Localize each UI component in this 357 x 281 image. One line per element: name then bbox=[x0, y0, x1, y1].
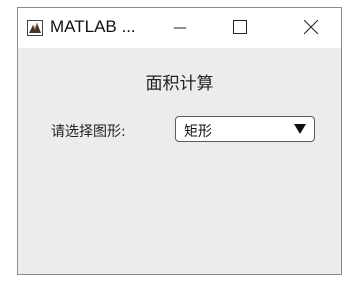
minimize-icon bbox=[174, 19, 186, 38]
close-button[interactable] bbox=[288, 8, 334, 48]
page-title: 面积计算 bbox=[145, 74, 214, 94]
shape-dropdown[interactable]: 矩形 bbox=[175, 116, 315, 142]
app-window: MATLAB ... 面积计算 请选择图形: 矩形 bbox=[17, 7, 342, 275]
title-bar[interactable]: MATLAB ... bbox=[18, 8, 341, 48]
maximize-button[interactable] bbox=[217, 8, 263, 48]
minimize-button[interactable] bbox=[157, 8, 203, 48]
shape-dropdown-value: 矩形 bbox=[184, 124, 212, 140]
matlab-figure-icon bbox=[27, 20, 43, 36]
close-icon bbox=[303, 19, 319, 38]
window-title: MATLAB ... bbox=[50, 17, 136, 36]
shape-select-label: 请选择图形: bbox=[51, 124, 126, 140]
dropdown-arrow-icon bbox=[294, 124, 306, 134]
maximize-icon bbox=[233, 19, 247, 38]
